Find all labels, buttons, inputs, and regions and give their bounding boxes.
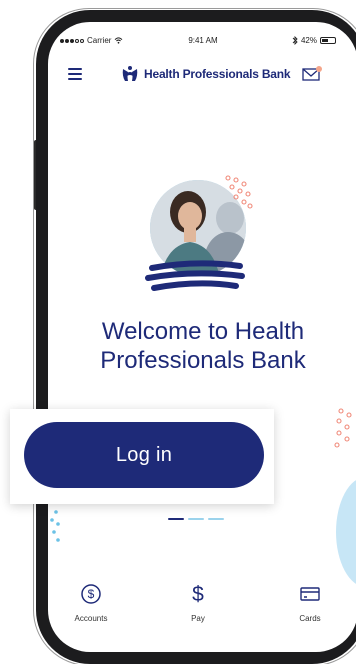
decor-blue-circle (336, 477, 356, 587)
tab-pay[interactable]: $ Pay (168, 582, 228, 623)
menu-icon[interactable] (68, 68, 82, 80)
tab-cards[interactable]: Cards (280, 582, 340, 623)
tab-label: Accounts (74, 614, 108, 623)
decor-blue-dots (50, 510, 60, 542)
mail-icon[interactable] (302, 66, 322, 82)
tab-label: Pay (191, 614, 205, 623)
status-indicators: 42% (292, 36, 336, 45)
status-bar: Carrier 9:41 AM 42% (48, 22, 356, 58)
battery-percent: 42% (300, 36, 317, 45)
app-header: Health Professionals Bank (48, 60, 356, 90)
page-indicator-dot[interactable] (188, 518, 204, 520)
bluetooth-icon (292, 36, 298, 45)
brand: Health Professionals Bank (120, 64, 291, 84)
page-indicator-dot[interactable] (208, 518, 224, 520)
welcome-heading: Welcome to Health Professionals Bank (48, 317, 356, 375)
tab-label: Cards (299, 614, 321, 623)
brand-name: Health Professionals Bank (144, 67, 291, 81)
login-button[interactable]: Log in (24, 422, 264, 488)
welcome-line-2: Professionals Bank (100, 347, 306, 374)
phone-screen: Carrier 9:41 AM 42% Health Professionals… (48, 22, 356, 652)
welcome-line-1: Welcome to Health (101, 318, 305, 345)
logo-icon (122, 66, 138, 81)
decor-coral-rings (334, 408, 352, 448)
card-icon (300, 587, 320, 601)
tab-accounts[interactable]: $ Accounts (61, 582, 121, 623)
battery-icon (320, 37, 336, 44)
svg-text:$: $ (192, 583, 204, 606)
dollar-circle-icon: $ (81, 584, 101, 604)
svg-text:$: $ (88, 587, 95, 601)
bottom-tab-bar: $ Accounts $ Pay Cards (48, 582, 356, 632)
page-indicator (168, 518, 224, 520)
hero-illustration (145, 175, 253, 291)
page-indicator-dot[interactable] (168, 518, 184, 520)
dollar-icon: $ (192, 583, 204, 606)
